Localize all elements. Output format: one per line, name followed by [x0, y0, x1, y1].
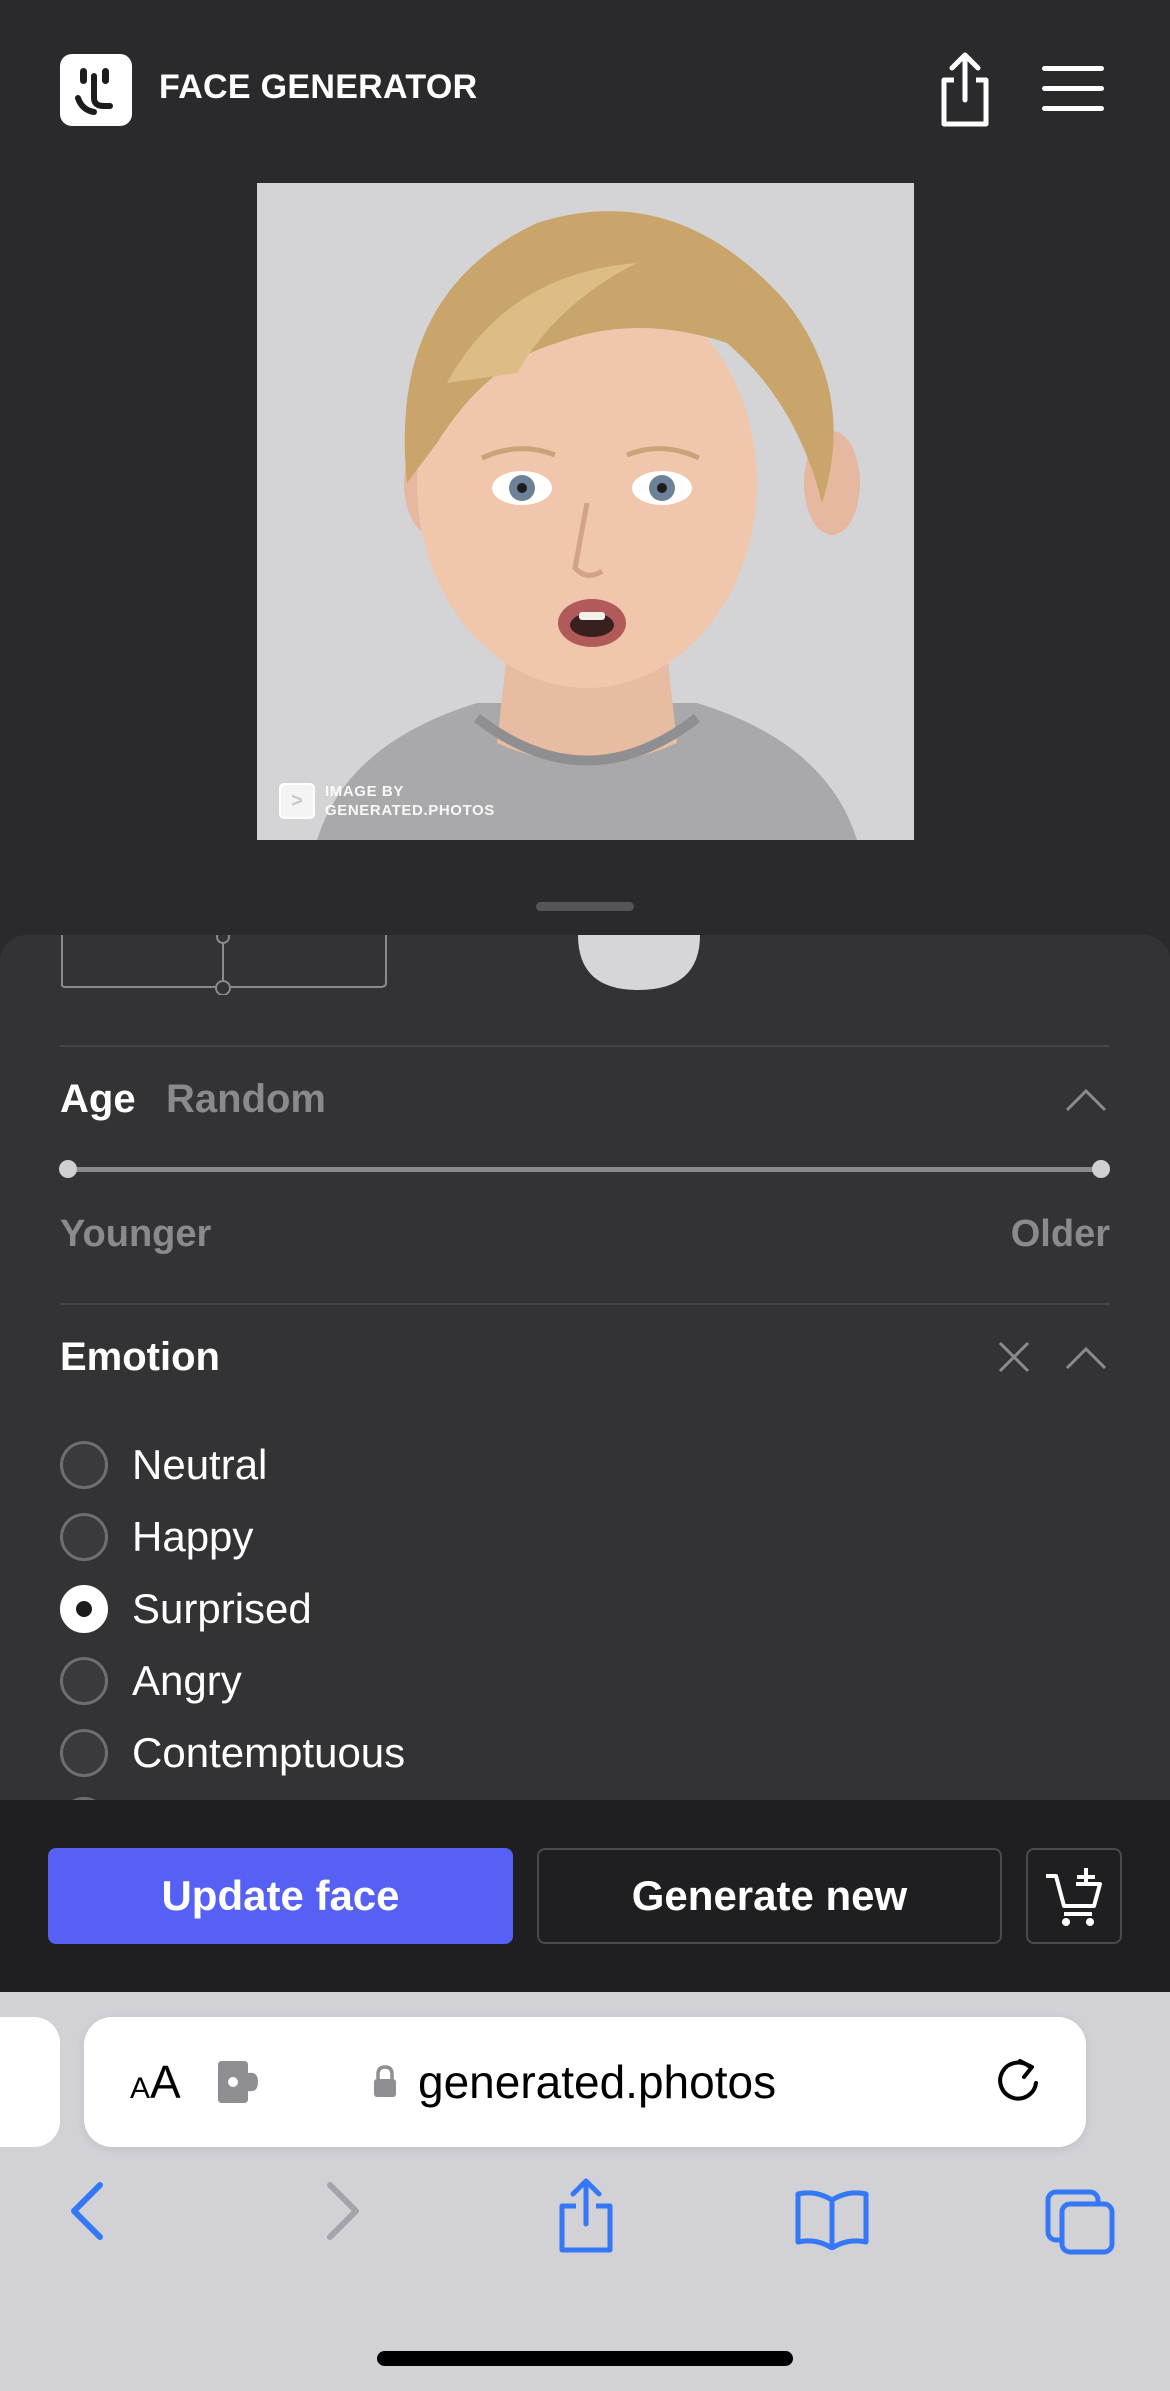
reload-icon[interactable] [992, 2055, 1044, 2107]
emotion-option-label: Surprised [132, 1585, 312, 1632]
watermark-line-1: IMAGE BY [325, 783, 404, 800]
emotion-option-surprised[interactable]: Surprised [60, 1579, 660, 1639]
divider [60, 1303, 1110, 1305]
emotion-option-label: Happy [132, 1513, 254, 1560]
radio-button[interactable] [60, 1657, 108, 1705]
age-max-label: Older [1010, 1213, 1110, 1255]
tabs-icon[interactable] [1044, 2188, 1116, 2256]
options-panel: Age Random Younger Older Emotion Neutral… [0, 935, 1170, 1801]
emotion-option-contemptuous[interactable]: Contemptuous [60, 1723, 660, 1783]
forward-icon[interactable] [316, 2181, 366, 2241]
hamburger-menu-icon[interactable] [1040, 62, 1106, 114]
address-bar[interactable]: AA generated.photos [84, 2017, 1086, 2147]
age-min-label: Younger [60, 1213, 212, 1255]
watermark-logo-icon: > [279, 783, 315, 819]
face-logo-icon[interactable] [60, 54, 132, 126]
generated-face-image: > IMAGE BY GENERATED.PHOTOS [257, 183, 914, 840]
lock-icon [374, 2065, 396, 2097]
app-title: FACE GENERATOR [159, 68, 478, 106]
update-face-button[interactable]: Update face [48, 1848, 513, 1944]
radio-button-selected[interactable] [60, 1585, 108, 1633]
age-slider-track[interactable] [68, 1167, 1101, 1172]
emotion-option-happy[interactable]: Happy [60, 1507, 660, 1567]
watermark: > IMAGE BY GENERATED.PHOTOS [279, 782, 495, 820]
age-slider-min-handle[interactable] [59, 1160, 77, 1178]
age-slider-max-handle[interactable] [1092, 1160, 1110, 1178]
emotion-option-neutral[interactable]: Neutral [60, 1435, 660, 1495]
emotion-title: Emotion [60, 1335, 220, 1379]
share-icon[interactable] [930, 50, 1000, 130]
watermark-line-2: GENERATED.PHOTOS [325, 802, 495, 819]
app-header: FACE GENERATOR [0, 0, 1170, 180]
previous-tab-preview[interactable] [0, 2017, 60, 2147]
age-title: Age [60, 1077, 136, 1121]
chevron-up-icon[interactable] [1064, 1087, 1108, 1113]
url-text: generated.photos [418, 2056, 777, 2108]
head-pose-preview-icon [61, 935, 700, 995]
bookmarks-icon[interactable] [794, 2190, 870, 2250]
age-value: Random [166, 1077, 326, 1121]
divider [60, 1045, 1110, 1047]
emotion-option-label: Neutral [132, 1441, 268, 1488]
extension-icon[interactable] [214, 2059, 264, 2105]
text-size-button[interactable]: AA [130, 2055, 181, 2109]
cart-add-icon[interactable] [1026, 1848, 1122, 1944]
home-indicator[interactable] [377, 2351, 793, 2366]
emotion-option-label: Angry [132, 1657, 242, 1704]
sheet-drag-handle[interactable] [536, 902, 634, 911]
radio-button[interactable] [60, 1441, 108, 1489]
back-icon[interactable] [64, 2181, 114, 2241]
action-bar: Update face Generate new [0, 1800, 1170, 1992]
emotion-option-label: Contemptuous [132, 1729, 406, 1776]
chevron-up-icon[interactable] [1064, 1345, 1108, 1371]
emotion-option-angry[interactable]: Angry [60, 1651, 660, 1711]
clear-icon[interactable] [996, 1339, 1032, 1375]
generate-new-button[interactable]: Generate new [537, 1848, 1002, 1944]
radio-button[interactable] [60, 1729, 108, 1777]
share-icon[interactable] [554, 2178, 618, 2254]
radio-button[interactable] [60, 1513, 108, 1561]
